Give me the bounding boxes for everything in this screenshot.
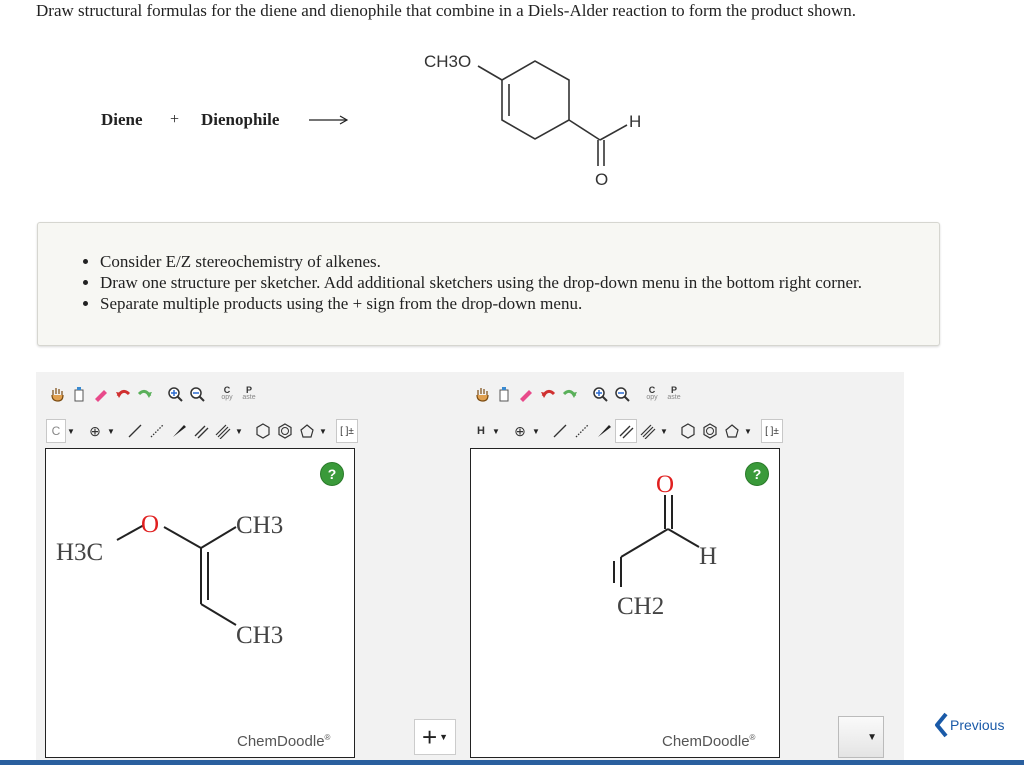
sketcher1-canvas[interactable]: ? H3C O CH3 CH3 ChemDoodle® [45,448,355,758]
h-label: H [699,543,717,570]
chemdoodle-logo: ChemDoodle® [237,733,331,750]
undo-icon[interactable] [537,382,559,406]
hand-icon[interactable] [471,382,493,406]
product-h-label: H [629,112,641,131]
previous-button[interactable]: Previous [934,712,1004,738]
copy-button[interactable]: Copy [641,382,663,406]
chevron-down-icon[interactable]: ▼ [234,427,244,436]
chevron-down-icon: ▼ [867,731,877,743]
wedge-bond-icon[interactable] [593,419,615,443]
sketcher1-toolbar-bottom: C ▼ ⊕ ▼ ▼ ▼ [ ]± [46,419,358,443]
atom-selector[interactable]: C [46,419,66,443]
zoom-in-icon[interactable] [589,382,611,406]
chevron-down-icon[interactable]: ▼ [743,427,753,436]
chevron-down-icon[interactable]: ▼ [106,427,116,436]
instructions-box: Consider E/Z stereochemistry of alkenes.… [37,222,940,346]
hashed-bond-icon[interactable] [571,419,593,443]
copy-button[interactable]: Copy [216,382,238,406]
ch2-label: CH2 [617,593,664,620]
triple-bond-icon[interactable] [212,419,234,443]
ch3-top-label: CH3 [236,512,283,539]
instruction-item: Consider E/Z stereochemistry of alkenes. [100,251,939,272]
zoom-out-icon[interactable] [186,382,208,406]
sketcher2-canvas[interactable]: ? O H CH2 ChemDoodle® [470,448,780,758]
zoom-in-icon[interactable] [164,382,186,406]
chevron-down-icon[interactable]: ▼ [66,427,76,436]
cyclopentane-icon[interactable] [721,419,743,443]
bracket-charge-button[interactable]: [ ]± [761,419,783,443]
single-bond-icon[interactable] [124,419,146,443]
single-bond-icon[interactable] [549,419,571,443]
chevron-left-icon [935,712,948,738]
hashed-bond-icon[interactable] [146,419,168,443]
product-o-label: O [595,170,608,189]
hand-icon[interactable] [46,382,68,406]
sketcher2-toolbar-top: Copy Paste [471,382,685,406]
chevron-down-icon[interactable]: ▼ [491,427,501,436]
sketcher2-toolbar-bottom: H ▼ ⊕ ▼ ▼ ▼ [ ]± [471,419,783,443]
plus-sign: + [170,111,180,128]
double-bond-icon[interactable] [615,419,637,443]
benzene-icon[interactable] [699,419,721,443]
undo-icon[interactable] [112,382,134,406]
diene-molecule: H3C O CH3 CH3 [56,511,283,649]
previous-label: Previous [950,717,1005,733]
triple-bond-icon[interactable] [637,419,659,443]
ch3-bottom-label: CH3 [236,622,283,649]
double-bond-icon[interactable] [190,419,212,443]
charge-plus-icon[interactable]: ⊕ [509,419,531,443]
dienophile-molecule: O H CH2 [613,471,717,620]
product-methoxy-label: CH3O [424,52,471,71]
charge-plus-icon[interactable]: ⊕ [84,419,106,443]
h3c-label: H3C [56,539,103,566]
clear-icon[interactable] [493,382,515,406]
chevron-down-icon[interactable]: ▼ [659,427,669,436]
paste-button[interactable]: Paste [663,382,685,406]
benzene-icon[interactable] [274,419,296,443]
cyclopentane-icon[interactable] [296,419,318,443]
sketcher1-toolbar-top: Copy Paste [46,382,260,406]
add-sketcher-dropdown[interactable]: ▼ [838,716,884,758]
cyclohexane-icon[interactable] [677,419,699,443]
dienophile-label: Dienophile [201,110,280,129]
zoom-out-icon[interactable] [611,382,633,406]
instruction-item: Separate multiple products using the + s… [100,293,939,314]
instructions-list: Consider E/Z stereochemistry of alkenes.… [38,251,939,314]
wedge-bond-icon[interactable] [168,419,190,443]
atom-selector[interactable]: H [471,419,491,443]
instruction-item: Draw one structure per sketcher. Add add… [100,272,939,293]
redo-icon[interactable] [134,382,156,406]
reaction-arrow [309,115,349,125]
bracket-charge-button[interactable]: [ ]± [336,419,358,443]
eraser-icon[interactable] [515,382,537,406]
eraser-icon[interactable] [90,382,112,406]
clear-icon[interactable] [68,382,90,406]
question-text: Draw structural formulas for the diene a… [36,1,857,20]
chevron-down-icon[interactable]: ▼ [318,427,328,436]
chevron-down-icon[interactable]: ▼ [531,427,541,436]
chemdoodle-logo: ChemDoodle® [662,733,756,750]
bottom-bar [0,760,1024,765]
paste-button[interactable]: Paste [238,382,260,406]
product-structure: CH3O H O [424,52,641,189]
add-plus-button[interactable]: + ▼ [414,719,456,755]
diene-label: Diene [101,110,143,129]
oxygen-label: O [656,471,674,498]
oxygen-label: O [141,511,159,538]
cyclohexane-icon[interactable] [252,419,274,443]
redo-icon[interactable] [559,382,581,406]
